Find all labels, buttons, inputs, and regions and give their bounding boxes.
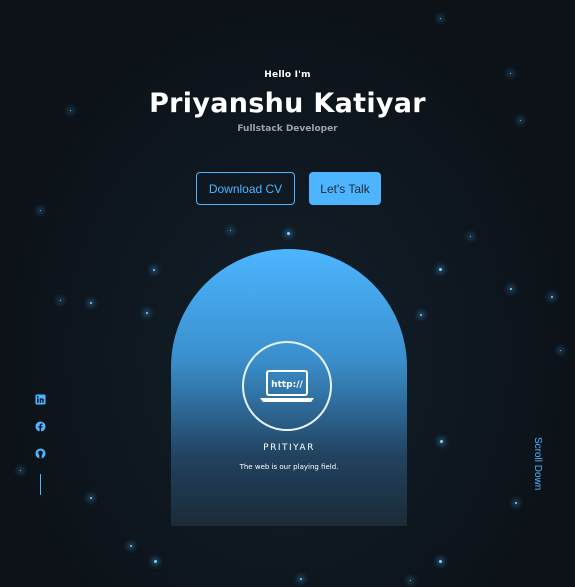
star [560,350,561,351]
hero-name: Priyanshu Katiyar [149,88,426,119]
download-cv-button[interactable]: Download CV [196,172,295,205]
star [90,302,92,304]
scroll-down-link[interactable]: Scroll Down [532,437,546,497]
laptop-icon: http:// [260,370,314,402]
linkedin-icon[interactable] [35,394,46,405]
facebook-icon[interactable] [35,421,46,432]
lets-talk-button[interactable]: Let's Talk [309,172,381,205]
logo-brand: PRITIYAR [263,443,315,453]
star [154,560,157,563]
star [440,440,443,443]
star [551,296,553,298]
star [510,288,512,290]
scroll-down-label: Scroll Down [532,437,543,491]
star [287,232,290,235]
social-links [35,394,47,495]
star [153,269,155,271]
star [420,314,422,316]
star [130,545,132,547]
star [40,210,41,211]
star [439,560,442,563]
hero-role: Fullstack Developer [237,124,338,134]
hero-header: Hello I'm Priyanshu Katiyar Fullstack De… [0,70,575,134]
star [60,300,61,301]
star [515,502,517,504]
star [146,312,148,314]
hero-page: Hello I'm Priyanshu Katiyar Fullstack De… [0,0,575,587]
star [440,18,441,19]
hero-arch-card: http:// PRITIYAR The web is our playing … [171,249,407,526]
star [439,268,442,271]
logo-circle: http:// [242,341,332,431]
logo-screen-text: http:// [271,380,303,390]
github-icon[interactable] [35,448,46,459]
greeting-text: Hello I'm [264,70,311,80]
star [470,236,471,237]
star [230,230,231,231]
social-divider-line [40,474,41,495]
star [300,578,302,580]
star [20,470,21,471]
logo-tagline: The web is our playing field. [239,463,339,471]
star [410,580,411,581]
star [90,497,92,499]
